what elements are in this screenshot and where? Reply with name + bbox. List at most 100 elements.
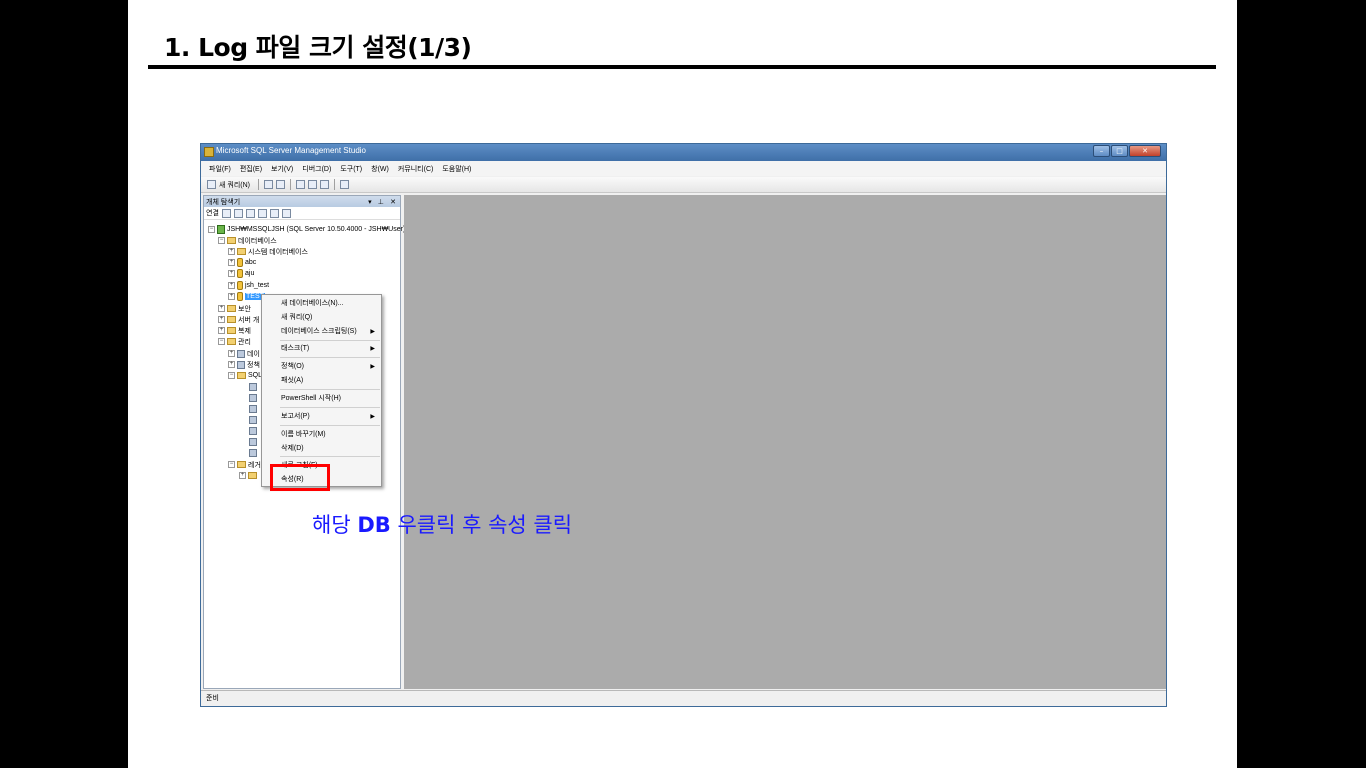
tree-node-db-aju[interactable]: + aju xyxy=(228,268,254,279)
refresh-icon[interactable] xyxy=(269,208,279,218)
tree-node-log-item[interactable] xyxy=(249,392,257,403)
tree-node-legacy[interactable]: − 레거 xyxy=(228,459,261,470)
expand-icon[interactable]: + xyxy=(239,472,246,479)
tree-node-server[interactable]: − JSH₩MSSQLJSH (SQL Server 10.50.4000 - … xyxy=(208,224,405,235)
close-button[interactable]: ✕ xyxy=(1129,145,1161,157)
tree-node-log-item[interactable] xyxy=(249,436,257,447)
new-query-button[interactable]: 새 쿼리(N) xyxy=(219,180,250,190)
server-icon xyxy=(217,225,225,234)
database-context-menu: 새 데이터베이스(N)... 새 쿼리(Q) 데이터베이스 스크립팅(S) ▶ 태… xyxy=(261,294,382,487)
collapse-icon[interactable]: − xyxy=(208,226,215,233)
summary-icon[interactable] xyxy=(281,208,291,218)
expand-icon[interactable]: + xyxy=(228,259,235,266)
status-text: 준비 xyxy=(206,695,219,702)
instruction-annotation: 해당 DB 우클릭 후 속성 클릭 xyxy=(312,509,572,539)
disconnect-icon[interactable] xyxy=(233,208,243,218)
tree-node-mgmt-policy[interactable]: + 정책 xyxy=(228,359,260,370)
ctx-new-query[interactable]: 새 쿼리(Q) xyxy=(262,311,381,323)
log-icon xyxy=(249,393,257,402)
connect-button[interactable]: 연결 xyxy=(206,208,219,218)
log-icon xyxy=(249,448,257,457)
window-controls: – □ ✕ xyxy=(1093,145,1161,157)
expand-icon[interactable]: + xyxy=(228,361,235,368)
annotation-part2: DB xyxy=(357,513,391,537)
tree-node-mgmt-data[interactable]: + 데이 xyxy=(228,348,260,359)
tree-node-log-item[interactable] xyxy=(249,403,257,414)
expand-icon[interactable]: + xyxy=(228,248,235,255)
expand-icon[interactable]: + xyxy=(228,282,235,289)
ssms-app-icon xyxy=(204,147,214,157)
tree-node-management[interactable]: − 관리 xyxy=(218,336,251,347)
ctx-rename[interactable]: 이름 바꾸기(M) xyxy=(262,428,381,440)
tree-node-legacy-child[interactable]: + xyxy=(239,470,257,481)
window-titlebar[interactable]: Microsoft SQL Server Management Studio –… xyxy=(201,144,1166,161)
expand-icon[interactable]: + xyxy=(228,270,235,277)
collapse-icon[interactable]: − xyxy=(228,461,235,468)
open-file-icon[interactable] xyxy=(295,180,305,189)
ctx-reports[interactable]: 보고서(P) ▶ xyxy=(262,410,381,422)
menu-view[interactable]: 보기(V) xyxy=(271,164,293,174)
ctx-tasks[interactable]: 태스크(T) ▶ xyxy=(262,342,381,354)
menu-separator xyxy=(280,340,380,341)
data-collection-icon xyxy=(237,349,245,358)
activity-monitor-icon[interactable] xyxy=(339,180,349,189)
object-explorer-toolbar: 연결 xyxy=(204,207,400,220)
expand-icon[interactable]: + xyxy=(228,350,235,357)
save-icon[interactable] xyxy=(307,180,317,189)
tree-node-mgmt-sql[interactable]: − SQL xyxy=(228,370,262,381)
new-project-icon[interactable] xyxy=(275,180,285,189)
menu-help[interactable]: 도움말(H) xyxy=(442,164,471,174)
expand-icon[interactable]: + xyxy=(218,327,225,334)
filter-icon[interactable] xyxy=(257,208,267,218)
ctx-new-database[interactable]: 새 데이터베이스(N)... xyxy=(262,297,381,309)
ctx-delete[interactable]: 삭제(D) xyxy=(262,442,381,454)
tree-node-db-jsh-test[interactable]: + jsh_test xyxy=(228,280,269,291)
object-explorer-header: 개체 탐색기 ▾ ⊥ ✕ xyxy=(204,196,400,207)
menu-debug[interactable]: 디버그(D) xyxy=(302,164,331,174)
menu-file[interactable]: 파일(F) xyxy=(209,164,231,174)
tree-node-label: 레거 xyxy=(248,461,261,469)
expand-icon[interactable]: + xyxy=(228,293,235,300)
new-file-icon[interactable] xyxy=(263,180,273,189)
tree-node-log-item[interactable] xyxy=(249,425,257,436)
tree-node-databases[interactable]: − 데이터베이스 xyxy=(218,235,277,246)
collapse-icon[interactable]: − xyxy=(218,237,225,244)
ctx-script-database[interactable]: 데이터베이스 스크립팅(S) ▶ xyxy=(262,325,381,337)
tree-node-replication[interactable]: + 복제 xyxy=(218,325,251,336)
save-all-icon[interactable] xyxy=(319,180,329,189)
window-title: Microsoft SQL Server Management Studio xyxy=(216,146,366,155)
database-icon xyxy=(237,292,243,301)
ctx-facets[interactable]: 패싯(A) xyxy=(262,374,381,386)
expand-icon[interactable]: + xyxy=(218,316,225,323)
tree-node-security[interactable]: + 보안 xyxy=(218,303,251,314)
ctx-label: 패싯(A) xyxy=(281,377,304,384)
menu-window[interactable]: 창(W) xyxy=(371,164,389,174)
ctx-policies[interactable]: 정책(O) ▶ xyxy=(262,360,381,372)
tree-node-label: 정책 xyxy=(247,361,260,369)
ctx-start-powershell[interactable]: PowerShell 시작(H) xyxy=(262,392,381,404)
slide: 1. Log 파일 크기 설정(1/3) Microsoft SQL Serve… xyxy=(128,0,1237,768)
ctx-label: 이름 바꾸기(M) xyxy=(281,431,326,438)
tree-node-log-item[interactable] xyxy=(249,414,257,425)
tree-node-server-objects[interactable]: + 서버 개 xyxy=(218,314,259,325)
title-divider xyxy=(148,65,1216,69)
menu-edit[interactable]: 편집(E) xyxy=(240,164,262,174)
tree-node-system-databases[interactable]: + 시스템 데이터베이스 xyxy=(228,246,308,257)
collapse-icon[interactable]: − xyxy=(218,338,225,345)
stop-icon[interactable] xyxy=(245,208,255,218)
minimize-button[interactable]: – xyxy=(1093,145,1110,157)
panel-pin-close-icon[interactable]: ▾ ⊥ ✕ xyxy=(368,198,398,206)
tree-node-db-abc[interactable]: + abc xyxy=(228,257,256,268)
tree-node-label: 보안 xyxy=(238,305,251,313)
expand-icon[interactable]: + xyxy=(218,305,225,312)
maximize-button[interactable]: □ xyxy=(1111,145,1128,157)
menu-separator xyxy=(280,389,380,390)
new-query-icon[interactable] xyxy=(207,180,216,189)
tree-node-log-item[interactable] xyxy=(249,447,257,458)
tree-node-log-item[interactable] xyxy=(249,381,257,392)
menu-tools[interactable]: 도구(T) xyxy=(340,164,362,174)
tree-node-db-test[interactable]: + TEST xyxy=(228,291,265,302)
connect-icon[interactable] xyxy=(221,208,231,218)
collapse-icon[interactable]: − xyxy=(228,372,235,379)
menu-community[interactable]: 커뮤니티(C) xyxy=(398,164,433,174)
